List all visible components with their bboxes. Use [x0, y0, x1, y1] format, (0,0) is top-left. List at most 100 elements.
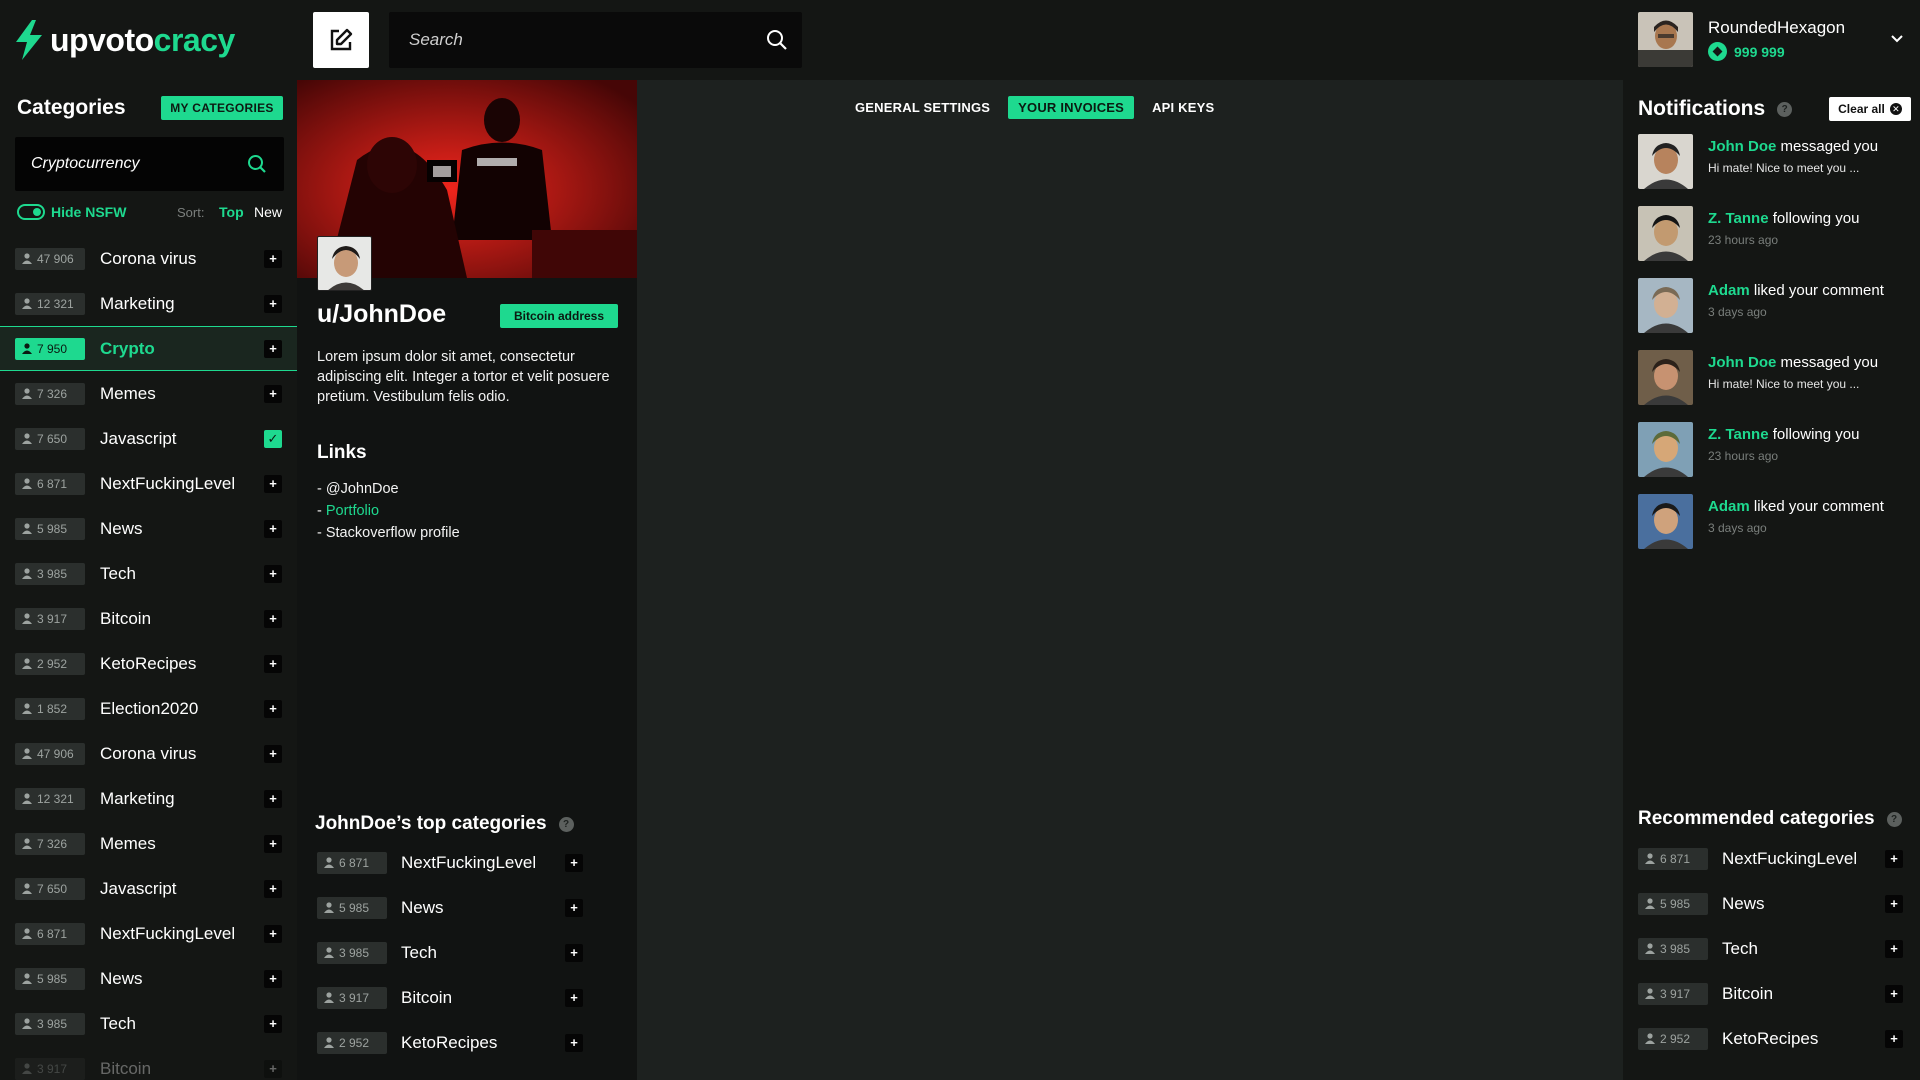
category-row[interactable]: 3 917 Bitcoin +: [297, 975, 594, 1020]
category-search-input[interactable]: [15, 137, 235, 191]
category-row[interactable]: 6 871 NextFuckingLevel +: [0, 911, 297, 956]
category-name[interactable]: Crypto: [100, 339, 155, 359]
clear-all-button[interactable]: Clear all ✕: [1829, 97, 1911, 121]
plus-icon[interactable]: +: [264, 789, 282, 808]
bitcoin-address-button[interactable]: Bitcoin address: [500, 304, 618, 328]
user-menu[interactable]: RoundedHexagon 999 999: [1638, 12, 1908, 68]
link-text[interactable]: Stackoverflow profile: [326, 525, 460, 541]
category-row[interactable]: 5 985 News +: [1623, 881, 1920, 926]
category-name[interactable]: KetoRecipes: [100, 654, 196, 674]
category-name[interactable]: KetoRecipes: [1722, 1029, 1818, 1049]
notification-item[interactable]: Adam liked your comment 3 days ago: [1638, 494, 1913, 566]
plus-icon[interactable]: +: [264, 564, 282, 583]
category-row[interactable]: 6 871 NextFuckingLevel +: [297, 840, 594, 885]
category-row[interactable]: 2 952 KetoRecipes +: [297, 1020, 594, 1065]
category-row[interactable]: 3 917 Bitcoin +: [0, 1046, 297, 1080]
plus-icon[interactable]: +: [264, 294, 282, 313]
plus-icon[interactable]: +: [565, 853, 583, 872]
avatar[interactable]: [1638, 134, 1693, 189]
plus-icon[interactable]: +: [565, 898, 583, 917]
sort-new-option[interactable]: New: [254, 204, 282, 220]
plus-icon[interactable]: +: [264, 519, 282, 538]
category-row[interactable]: 5 985 News +: [0, 506, 297, 551]
info-icon[interactable]: ?: [558, 816, 574, 832]
category-name[interactable]: Marketing: [100, 789, 175, 809]
chevron-down-icon[interactable]: [1890, 32, 1904, 46]
category-row[interactable]: 7 950 Crypto +: [0, 326, 297, 371]
check-icon[interactable]: ✓: [264, 429, 282, 448]
search-icon[interactable]: [766, 29, 788, 51]
category-row[interactable]: 47 906 Corona virus +: [0, 731, 297, 776]
category-row[interactable]: 3 985 Tech +: [1623, 926, 1920, 971]
category-row[interactable]: 3 917 Bitcoin +: [0, 596, 297, 641]
tab-your-invoices[interactable]: YOUR INVOICES: [1008, 96, 1135, 119]
notification-item[interactable]: Adam liked your comment 3 days ago: [1638, 278, 1913, 350]
notification-user[interactable]: Z. Tanne: [1708, 426, 1769, 443]
plus-icon[interactable]: +: [264, 699, 282, 718]
plus-icon[interactable]: +: [264, 1059, 282, 1078]
notification-user[interactable]: Adam: [1708, 498, 1750, 515]
info-icon[interactable]: ?: [1886, 811, 1902, 827]
category-name[interactable]: Memes: [100, 384, 156, 404]
category-row[interactable]: 3 917 Bitcoin +: [1623, 971, 1920, 1016]
category-row[interactable]: 12 321 Marketing +: [0, 776, 297, 821]
category-name[interactable]: Corona virus: [100, 744, 196, 764]
plus-icon[interactable]: +: [1885, 984, 1903, 1003]
plus-icon[interactable]: +: [264, 879, 282, 898]
plus-icon[interactable]: +: [264, 384, 282, 403]
category-name[interactable]: Corona virus: [100, 249, 196, 269]
plus-icon[interactable]: +: [264, 924, 282, 943]
plus-icon[interactable]: +: [1885, 1029, 1903, 1048]
category-row[interactable]: 5 985 News +: [297, 885, 594, 930]
hide-nsfw-label[interactable]: Hide NSFW: [51, 204, 126, 220]
category-name[interactable]: Tech: [100, 564, 136, 584]
notification-user[interactable]: Z. Tanne: [1708, 210, 1769, 227]
category-row[interactable]: 7 650 Javascript ✓: [0, 416, 297, 461]
category-name[interactable]: NextFuckingLevel: [1722, 849, 1857, 869]
category-name[interactable]: Javascript: [100, 879, 177, 899]
category-name[interactable]: Tech: [1722, 939, 1758, 959]
notification-item[interactable]: John Doe messaged you Hi mate! Nice to me…: [1638, 350, 1913, 422]
category-name[interactable]: Javascript: [100, 429, 177, 449]
search-icon[interactable]: [247, 154, 267, 174]
notification-item[interactable]: Z. Tanne following you 23 hours ago: [1638, 206, 1913, 278]
category-name[interactable]: NextFuckingLevel: [401, 853, 536, 873]
category-row[interactable]: 6 871 NextFuckingLevel +: [0, 461, 297, 506]
notification-user[interactable]: John Doe: [1708, 138, 1776, 155]
profile-link[interactable]: - Portfolio: [317, 500, 460, 522]
category-name[interactable]: Memes: [100, 834, 156, 854]
user-avatar[interactable]: [1638, 12, 1693, 67]
category-name[interactable]: Bitcoin: [100, 1059, 151, 1079]
avatar[interactable]: [1638, 494, 1693, 549]
plus-icon[interactable]: +: [264, 1014, 282, 1033]
plus-icon[interactable]: +: [264, 249, 282, 268]
notification-user[interactable]: John Doe: [1708, 354, 1776, 371]
profile-avatar[interactable]: [317, 236, 372, 291]
category-name[interactable]: News: [100, 969, 143, 989]
tab-api-keys[interactable]: API KEYS: [1142, 96, 1224, 119]
my-categories-button[interactable]: MY CATEGORIES: [161, 96, 283, 120]
plus-icon[interactable]: +: [565, 988, 583, 1007]
category-name[interactable]: KetoRecipes: [401, 1033, 497, 1053]
category-row[interactable]: 6 871 NextFuckingLevel +: [1623, 836, 1920, 881]
link-text[interactable]: @JohnDoe: [326, 481, 399, 497]
avatar[interactable]: [1638, 206, 1693, 261]
plus-icon[interactable]: +: [1885, 894, 1903, 913]
category-row[interactable]: 3 985 Tech +: [297, 930, 594, 975]
category-name[interactable]: Tech: [401, 943, 437, 963]
plus-icon[interactable]: +: [264, 654, 282, 673]
plus-icon[interactable]: +: [264, 744, 282, 763]
notification-item[interactable]: Z. Tanne following you 23 hours ago: [1638, 422, 1913, 494]
plus-icon[interactable]: +: [264, 834, 282, 853]
category-row[interactable]: 5 985 News +: [0, 956, 297, 1001]
plus-icon[interactable]: +: [264, 339, 282, 358]
profile-link[interactable]: - @JohnDoe: [317, 478, 460, 500]
plus-icon[interactable]: +: [565, 1033, 583, 1052]
category-row[interactable]: 3 985 Tech +: [0, 1001, 297, 1046]
category-name[interactable]: Bitcoin: [401, 988, 452, 1008]
avatar[interactable]: [1638, 278, 1693, 333]
info-icon[interactable]: ?: [1777, 101, 1793, 117]
plus-icon[interactable]: +: [565, 943, 583, 962]
category-row[interactable]: 12 321 Marketing +: [0, 281, 297, 326]
category-row[interactable]: 2 952 KetoRecipes +: [1623, 1016, 1920, 1061]
